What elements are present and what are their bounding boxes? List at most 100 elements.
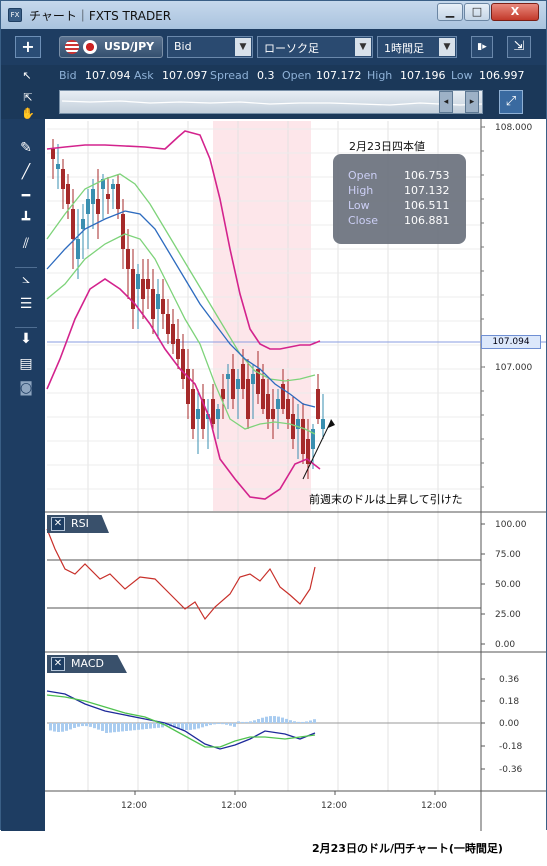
ohlc-title: 2月23日四本値 bbox=[349, 140, 425, 153]
time-tick-label: 12:00 bbox=[321, 801, 347, 811]
download-icon[interactable]: ⬇ bbox=[15, 327, 37, 349]
spread-label: Spread bbox=[210, 69, 249, 82]
candle-body bbox=[141, 279, 145, 299]
macd-histogram-bar bbox=[301, 721, 304, 723]
chevron-down-icon: ▼ bbox=[439, 38, 455, 56]
collapse-icon[interactable]: ⇲ bbox=[507, 36, 531, 58]
macd-histogram-bar bbox=[221, 723, 224, 725]
ohlc-key: Close bbox=[348, 214, 378, 227]
macd-tick-label: 0.18 bbox=[499, 697, 519, 707]
quote-bar: ↖ Bid 107.094 Ask 107.097 Spread 0.3 Ope… bbox=[1, 65, 546, 87]
trendline-icon[interactable]: ╱ bbox=[15, 161, 37, 183]
candle-body bbox=[276, 399, 280, 409]
macd-histogram-bar bbox=[201, 723, 204, 728]
macd-histogram-bar bbox=[233, 723, 236, 727]
high-value: 107.196 bbox=[400, 69, 446, 82]
time-tick-label: 12:00 bbox=[421, 801, 447, 811]
ohlc-value: 106.753 bbox=[404, 169, 450, 182]
candle-body bbox=[86, 199, 90, 214]
macd-histogram-bar bbox=[77, 723, 80, 727]
macd-histogram-bar bbox=[289, 720, 292, 723]
price-tick-label: 107.000 bbox=[495, 363, 532, 373]
camera-icon[interactable]: ◙ bbox=[15, 377, 37, 399]
time-tick-label: 12:00 bbox=[221, 801, 247, 811]
candle-body bbox=[236, 379, 240, 389]
candle-body bbox=[116, 184, 120, 209]
chart-navigator[interactable]: ◂ ▸ bbox=[59, 90, 483, 114]
minimize-button[interactable]: ▁ bbox=[437, 3, 463, 21]
macd-histogram-bar bbox=[269, 716, 272, 723]
macd-histogram-bar bbox=[57, 723, 60, 732]
high-label: High bbox=[367, 69, 393, 82]
candle-body bbox=[126, 249, 130, 269]
zoom-button[interactable]: ⤢ bbox=[499, 90, 523, 114]
title-bar[interactable]: FX チャート｜FXTS TRADER ▁ □ X bbox=[1, 1, 546, 29]
macd-histogram-bar bbox=[313, 719, 316, 723]
macd-histogram-bar bbox=[141, 723, 144, 730]
ohlc-key: High bbox=[348, 184, 374, 197]
ohlc-value: 107.132 bbox=[404, 184, 450, 197]
navigator-left-handle[interactable]: ◂ bbox=[439, 91, 453, 113]
candle-body bbox=[176, 339, 180, 359]
vertical-line-icon[interactable]: ┻ bbox=[15, 209, 37, 231]
currency-pair-button[interactable]: USD/JPY bbox=[59, 36, 163, 58]
add-chart-button[interactable]: + bbox=[15, 36, 41, 58]
macd-histogram-bar bbox=[105, 723, 108, 733]
macd-tick-label: 0.00 bbox=[499, 719, 519, 729]
macd-histogram-bar bbox=[273, 716, 276, 723]
candle-body bbox=[66, 184, 70, 204]
candle-body bbox=[216, 409, 220, 419]
rsi-tick-label: 0.00 bbox=[495, 640, 515, 650]
candle-body bbox=[316, 389, 320, 419]
macd-histogram-bar bbox=[305, 721, 308, 723]
macd-histogram-bar bbox=[309, 720, 312, 723]
candle-body bbox=[266, 394, 270, 419]
macd-histogram-bar bbox=[149, 723, 152, 729]
fib-retracement-icon[interactable]: ☰ bbox=[15, 293, 37, 315]
macd-tick-label: 0.36 bbox=[499, 675, 519, 685]
close-icon[interactable]: ✕ bbox=[51, 657, 65, 671]
rsi-panel-label: ✕ RSI bbox=[47, 515, 109, 533]
low-label: Low bbox=[451, 69, 473, 82]
macd-panel-label: ✕ MACD bbox=[47, 655, 127, 673]
macd-histogram-bar bbox=[253, 720, 256, 723]
candle-body bbox=[136, 274, 140, 289]
panel-toggle-icon[interactable]: ▮▸ bbox=[471, 36, 493, 58]
chart-svg[interactable]: 108.000 107.000 100.00 75.00 50.00 25.00 0.00 0… bbox=[45, 119, 546, 831]
candle-body bbox=[156, 294, 160, 309]
draw-icon[interactable]: ✎ bbox=[15, 137, 37, 159]
maximize-button[interactable]: □ bbox=[464, 3, 490, 21]
macd-histogram-bar bbox=[293, 721, 296, 723]
candle-body bbox=[196, 409, 200, 419]
ohlc-key: Low bbox=[348, 199, 370, 212]
macd-histogram-bar bbox=[229, 723, 232, 726]
macd-histogram-bar bbox=[113, 723, 116, 733]
figure-caption: 2月23日のドル/円チャート(一時間足) bbox=[312, 842, 503, 855]
candle-body bbox=[246, 379, 250, 419]
macd-histogram-bar bbox=[49, 723, 52, 731]
horizontal-line-icon[interactable]: ━ bbox=[15, 185, 37, 207]
fib-fan-icon[interactable]: ⦣ bbox=[15, 267, 37, 289]
ohlc-key: Open bbox=[348, 169, 378, 182]
macd-histogram-bar bbox=[101, 723, 104, 731]
price-type-select[interactable]: Bid ▼ bbox=[167, 36, 253, 58]
close-icon[interactable]: ✕ bbox=[51, 517, 65, 531]
ohlc-value: 106.881 bbox=[404, 214, 450, 227]
cursor-icon[interactable]: ↖ bbox=[17, 68, 37, 84]
candle-body bbox=[61, 169, 65, 189]
low-value: 106.997 bbox=[479, 69, 525, 82]
template-icon[interactable]: ▤ bbox=[15, 353, 37, 375]
channel-icon[interactable]: ⫽ bbox=[15, 233, 37, 255]
macd-histogram-bar bbox=[61, 723, 64, 732]
candle-body bbox=[191, 389, 195, 429]
chart-toolbar: + USD/JPY Bid ▼ ローソク足 ▼ 1時間足 ▼ ▮▸ ⇲ bbox=[1, 29, 546, 65]
chart-area[interactable]: 108.000 107.000 100.00 75.00 50.00 25.00 0.00 0… bbox=[45, 119, 546, 831]
close-button[interactable]: X bbox=[491, 3, 539, 21]
macd-histogram-bar bbox=[249, 721, 252, 723]
navigator-right-handle[interactable]: ▸ bbox=[465, 91, 479, 113]
candle-body bbox=[286, 399, 290, 419]
timeframe-select[interactable]: 1時間足 ▼ bbox=[377, 36, 457, 58]
chevron-down-icon: ▼ bbox=[235, 38, 251, 56]
chart-type-select[interactable]: ローソク足 ▼ bbox=[257, 36, 373, 58]
macd-histogram-bar bbox=[81, 723, 84, 727]
